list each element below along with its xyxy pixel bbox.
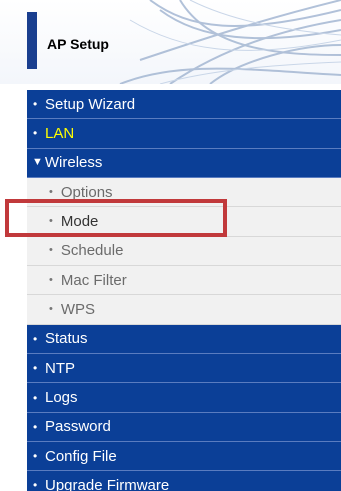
subnav-item-wps[interactable]: • WPS — [27, 295, 341, 325]
subnav-item-label: Mode — [60, 212, 99, 230]
bullet-icon: • — [49, 303, 53, 316]
bullet-icon: • — [33, 97, 38, 112]
subnav-item-label: Options — [60, 183, 113, 201]
bullet-icon: • — [33, 419, 38, 434]
bullet-icon: • — [33, 126, 38, 141]
bullet-icon: • — [33, 361, 38, 376]
bullet-icon: • — [33, 449, 38, 464]
nav-item-upgrade-firmware[interactable]: • Upgrade Firmware — [27, 471, 341, 491]
bullet-icon: • — [49, 273, 53, 286]
caret-down-icon: ▼ — [32, 156, 43, 169]
nav-item-ntp[interactable]: • NTP — [27, 354, 341, 384]
nav-item-label: Status — [45, 330, 88, 348]
subnav-item-schedule[interactable]: • Schedule — [27, 236, 341, 267]
page-title: AP Setup — [47, 36, 109, 52]
nav-item-lan[interactable]: • LAN — [27, 119, 341, 149]
nav-item-label: LAN — [45, 124, 75, 142]
nav-item-status[interactable]: • Status — [27, 324, 341, 355]
bullet-icon: • — [33, 331, 38, 346]
nav-item-wireless[interactable]: ▼ Wireless — [27, 148, 341, 178]
bullet-icon: • — [33, 478, 38, 491]
nav-item-label: Password — [45, 418, 111, 436]
subnav-item-label: Mac Filter — [60, 271, 127, 289]
bullet-icon: • — [49, 185, 53, 198]
header-banner: AP Setup — [0, 0, 341, 84]
subnav-item-mode[interactable]: • Mode — [27, 207, 341, 237]
subnav-item-mac-filter[interactable]: • Mac Filter — [27, 266, 341, 296]
nav-item-setup-wizard[interactable]: • Setup Wizard — [27, 90, 341, 120]
bullet-icon: • — [33, 390, 38, 405]
nav-item-label: Wireless — [44, 154, 103, 172]
header-accent-bar — [27, 12, 37, 69]
nav-item-logs[interactable]: • Logs — [27, 383, 341, 413]
subnav-item-label: WPS — [60, 301, 96, 319]
ap-setup-page: AP Setup • Setup Wizard • LAN ▼ Wireless… — [0, 0, 341, 491]
nav-item-label: Config File — [45, 447, 117, 465]
nav-item-label: NTP — [45, 359, 75, 377]
side-navigation: • Setup Wizard • LAN ▼ Wireless • Option… — [27, 90, 341, 491]
subnav-item-options[interactable]: • Options — [27, 177, 341, 208]
nav-item-label: Logs — [45, 389, 78, 407]
nav-item-label: Setup Wizard — [45, 95, 136, 113]
nav-item-password[interactable]: • Password — [27, 412, 341, 443]
bullet-icon: • — [49, 244, 53, 257]
bullet-icon: • — [49, 214, 53, 227]
nav-item-label: Upgrade Firmware — [45, 476, 170, 491]
subnav-item-label: Schedule — [60, 242, 124, 260]
nav-item-config-file[interactable]: • Config File — [27, 442, 341, 472]
